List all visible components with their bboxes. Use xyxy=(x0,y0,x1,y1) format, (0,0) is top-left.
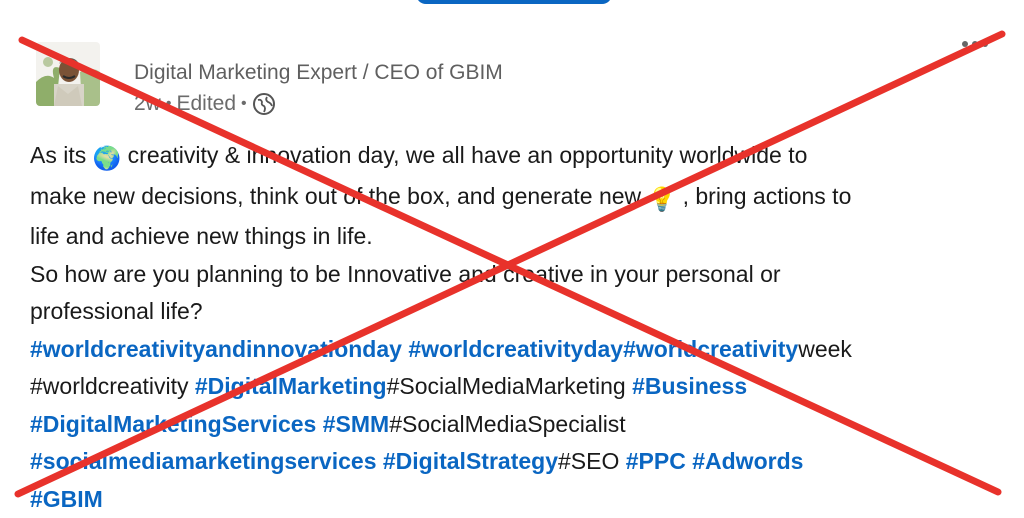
separator-dot: • xyxy=(241,95,247,112)
hashtag-link[interactable]: #DigitalStrategy xyxy=(383,448,558,474)
hashtag-link[interactable]: #Adwords xyxy=(692,448,803,474)
edited-label: Edited xyxy=(176,92,237,115)
lightbulb-emoji-icon: 💡 xyxy=(647,185,677,212)
hashtag-link[interactable]: #socialmediamarketingservices xyxy=(30,448,376,474)
globe-emoji-icon: 🌍 xyxy=(92,145,122,171)
hashtag-text: #SocialMediaSpecialist xyxy=(389,410,626,437)
globe-icon xyxy=(252,93,275,115)
post-timestamp: 2w xyxy=(134,92,161,115)
post-text-segment: , bring actions to xyxy=(682,182,852,209)
post-line: #GBIM xyxy=(30,481,1015,518)
post-meta: 2w • Edited • xyxy=(134,91,276,117)
post-line: #worldcreativity #DigitalMarketing#Socia… xyxy=(30,368,1015,406)
hashtag-link[interactable]: #worldcreativity xyxy=(623,336,798,362)
hashtag-link[interactable]: #DigitalMarketing xyxy=(195,373,387,399)
post-line: As its 🌍 creativity & innovation day, we… xyxy=(30,137,1015,178)
hashtag-link[interactable]: #PPC xyxy=(626,448,686,474)
hashtag-text: #worldcreativity xyxy=(30,373,189,399)
post-line: make new decisions, think out of the box… xyxy=(30,178,1015,219)
post-text-segment: As its xyxy=(30,142,87,168)
post-text-segment: creativity & innovation day, we all have… xyxy=(127,142,808,168)
post-line: #worldcreativityandinnovationday #worldc… xyxy=(30,331,1015,369)
post-line: #socialmediamarketingservices #DigitalSt… xyxy=(30,443,1015,481)
author-headline[interactable]: Digital Marketing Expert / CEO of GBIM xyxy=(134,61,503,85)
hashtag-text: #SocialMediaMarketing xyxy=(386,373,626,399)
hashtag-text: #SEO xyxy=(557,448,620,474)
post-line: life and achieve new things in life. xyxy=(30,223,373,249)
post-line: professional life? xyxy=(30,298,203,324)
post-text-segment: make new decisions, think out of the box… xyxy=(30,182,642,209)
hashtag-link[interactable]: #worldcreativityday xyxy=(408,336,623,362)
hashtag-link[interactable]: #Business xyxy=(632,373,747,399)
hashtag-link[interactable]: #GBIM xyxy=(30,486,103,512)
post-line: #DigitalMarketingServices #SMM#SocialMed… xyxy=(30,406,1015,444)
separator-dot: • xyxy=(165,95,172,112)
post-text: As its 🌍 creativity & innovation day, we… xyxy=(30,137,1015,518)
hashtag-link[interactable]: #DigitalMarketingServices xyxy=(30,411,316,437)
hashtag-suffix-text: week xyxy=(798,335,852,362)
linkedin-post: Digital Marketing Expert / CEO of GBIM 2… xyxy=(0,0,1024,518)
post-line: So how are you planning to be Innovative… xyxy=(30,260,781,287)
hashtag-link[interactable]: #worldcreativityandinnovationday xyxy=(30,336,402,362)
avatar-image xyxy=(36,42,100,106)
hashtag-link[interactable]: #SMM xyxy=(323,411,389,437)
more-options-icon[interactable] xyxy=(962,34,992,47)
avatar[interactable] xyxy=(36,42,100,106)
